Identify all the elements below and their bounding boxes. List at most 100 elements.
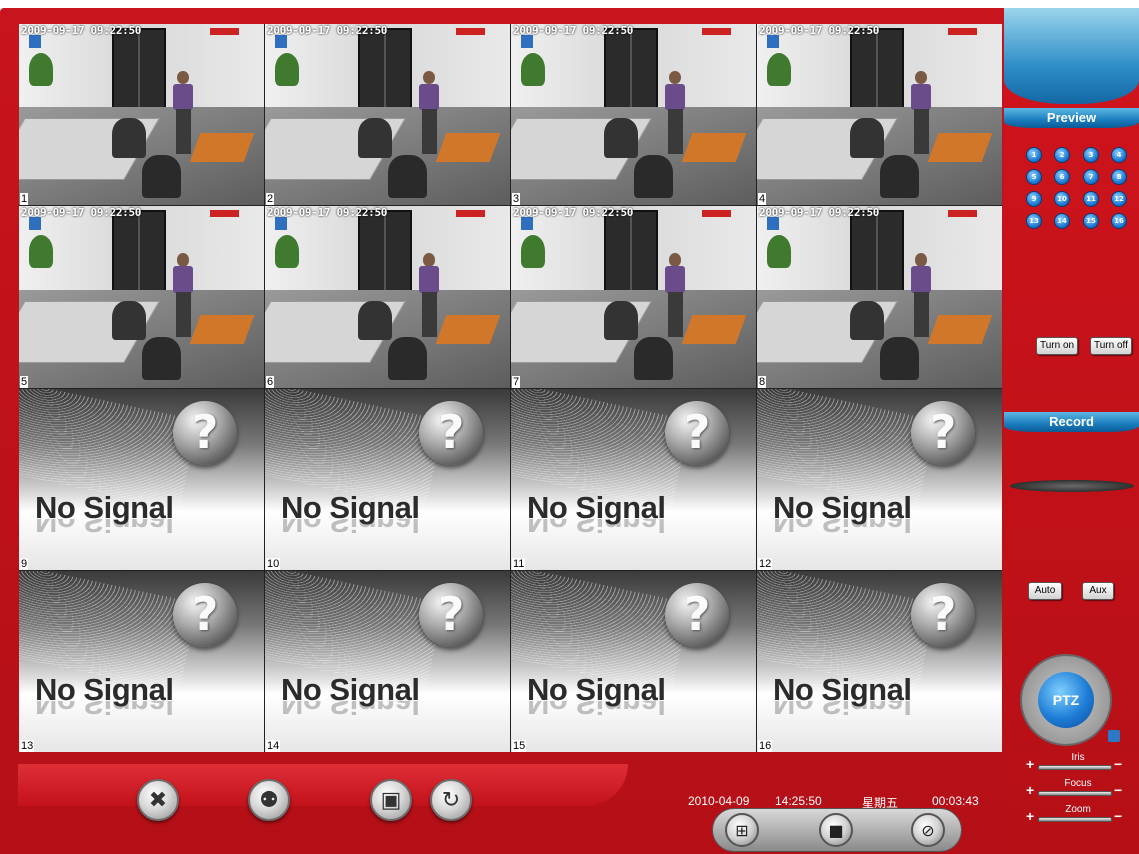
aux-button[interactable]: Aux xyxy=(1082,582,1114,600)
channel-number: 16 xyxy=(758,740,773,752)
no-signal-tile-12[interactable]: ? No Signal No Signal 12 xyxy=(757,388,1002,570)
channel-button-2[interactable]: 2 xyxy=(1054,147,1070,163)
channel-number: 9 xyxy=(20,557,29,570)
no-signal-tile-15[interactable]: ? No Signal No Signal 15 xyxy=(511,570,756,752)
channel-number: 3 xyxy=(512,193,521,206)
snapshot-button[interactable]: ▣ xyxy=(370,779,412,821)
camera-grid: 2009-09-17 09:22:50 1 2009-09-17 09:22:5… xyxy=(19,24,1002,752)
channel-number: 8 xyxy=(758,375,767,388)
zoom-slider[interactable] xyxy=(1038,817,1112,822)
camera-timestamp: 2009-09-17 09:22:50 xyxy=(267,24,388,37)
channel-number: 1 xyxy=(20,193,29,206)
zoom-plus-button[interactable]: + xyxy=(1026,808,1034,824)
question-icon: ? xyxy=(419,401,484,466)
camera-timestamp: 2009-09-17 09:22:50 xyxy=(759,24,880,37)
channel-button-8[interactable]: 8 xyxy=(1111,169,1127,185)
channel-button-14[interactable]: 14 xyxy=(1054,213,1070,229)
channel-number: 6 xyxy=(266,375,275,388)
channel-number: 2 xyxy=(266,193,275,206)
question-icon: ? xyxy=(173,583,238,648)
channel-button-9[interactable]: 9 xyxy=(1026,191,1042,207)
channel-number: 14 xyxy=(266,740,281,752)
channel-button-10[interactable]: 10 xyxy=(1054,191,1070,207)
camera-tile-7[interactable]: 2009-09-17 09:22:50 7 xyxy=(511,206,756,388)
playback-button[interactable]: ⚉ xyxy=(248,779,290,821)
channel-number: 11 xyxy=(512,557,526,570)
dvr-app: 2009-09-17 09:22:50 1 2009-09-17 09:22:5… xyxy=(0,0,1139,854)
status-time: 14:25:50 xyxy=(775,794,822,808)
no-signal-reflection: No Signal xyxy=(35,519,174,539)
refresh-icon: ↻ xyxy=(441,787,461,813)
channel-number: 5 xyxy=(20,375,29,388)
channel-number: 13 xyxy=(20,740,35,752)
camera-tile-2[interactable]: 2009-09-17 09:22:50 2 xyxy=(265,24,510,206)
zoom-label: Zoom xyxy=(1065,804,1091,815)
channel-button-12[interactable]: 12 xyxy=(1111,191,1127,207)
exit-icon: ⊘ xyxy=(921,820,935,840)
auto-button[interactable]: Auto xyxy=(1028,582,1062,600)
channel-button-16[interactable]: 16 xyxy=(1111,213,1127,229)
channel-button-15[interactable]: 15 xyxy=(1083,213,1099,229)
focus-slider[interactable] xyxy=(1038,791,1112,796)
no-signal-tile-11[interactable]: ? No Signal No Signal 11 xyxy=(511,388,756,570)
zoom-control: + Zoom − xyxy=(1026,804,1126,826)
question-icon: ? xyxy=(911,583,976,648)
no-signal-reflection: No Signal xyxy=(773,519,912,539)
film-reel-icon: ⚉ xyxy=(259,787,279,813)
turn-on-button[interactable]: Turn on xyxy=(1036,337,1079,355)
ptz-button[interactable]: PTZ xyxy=(1038,672,1094,728)
camera-tile-5[interactable]: 2009-09-17 09:22:50 5 xyxy=(19,206,264,388)
no-signal-tile-9[interactable]: ? No Signal No Signal 9 xyxy=(19,388,264,570)
iris-plus-button[interactable]: + xyxy=(1026,756,1034,772)
focus-minus-button[interactable]: − xyxy=(1114,782,1122,798)
iris-control: + Iris − xyxy=(1026,752,1126,774)
iris-label: Iris xyxy=(1071,752,1085,763)
no-signal-tile-16[interactable]: ? No Signal No Signal 16 xyxy=(757,570,1002,752)
refresh-button[interactable]: ↻ xyxy=(430,779,472,821)
camera-tile-8[interactable]: 2009-09-17 09:22:50 8 xyxy=(757,206,1002,388)
iris-minus-button[interactable]: − xyxy=(1114,756,1122,772)
ptz-lock-icon[interactable] xyxy=(1108,730,1120,742)
quick-action-bar: ⊞ ■ ⊘ xyxy=(712,808,962,852)
no-signal-reflection: No Signal xyxy=(773,701,912,722)
channel-number: 7 xyxy=(512,375,521,388)
layout-button[interactable]: ⊞ xyxy=(725,813,759,847)
zoom-minus-button[interactable]: − xyxy=(1114,808,1122,824)
camera-icon: ▣ xyxy=(380,787,402,813)
record-indicator xyxy=(1010,480,1134,492)
settings-button[interactable]: ✖ xyxy=(137,779,179,821)
no-signal-reflection: No Signal xyxy=(35,701,174,722)
record-section-title: Record xyxy=(1004,412,1139,432)
preview-section-title: Preview xyxy=(1004,108,1139,128)
no-signal-tile-10[interactable]: ? No Signal No Signal 10 xyxy=(265,388,510,570)
channel-button-1[interactable]: 1 xyxy=(1026,147,1042,163)
no-signal-tile-13[interactable]: ? No Signal No Signal 13 xyxy=(19,570,264,752)
channel-number: 4 xyxy=(758,193,767,206)
channel-button-4[interactable]: 4 xyxy=(1111,147,1127,163)
status-elapsed: 00:03:43 xyxy=(932,794,979,808)
question-icon: ? xyxy=(665,401,730,466)
question-icon: ? xyxy=(419,583,484,648)
focus-plus-button[interactable]: + xyxy=(1026,782,1034,798)
right-control-panel: Preview 1 2 3 4 5 6 7 8 9 10 11 12 13 14… xyxy=(1004,8,1139,854)
channel-button-11[interactable]: 11 xyxy=(1083,191,1099,207)
camera-tile-4[interactable]: 2009-09-17 09:22:50 4 xyxy=(757,24,1002,206)
camera-tile-3[interactable]: 2009-09-17 09:22:50 3 xyxy=(511,24,756,206)
no-signal-reflection: No Signal xyxy=(527,519,666,539)
ptz-direction-pad[interactable]: PTZ xyxy=(1020,654,1112,746)
iris-slider[interactable] xyxy=(1038,765,1112,770)
channel-button-5[interactable]: 5 xyxy=(1026,169,1042,185)
no-signal-tile-14[interactable]: ? No Signal No Signal 14 xyxy=(265,570,510,752)
camera-tile-1[interactable]: 2009-09-17 09:22:50 1 xyxy=(19,24,264,206)
lock-button[interactable]: ■ xyxy=(819,813,853,847)
channel-button-7[interactable]: 7 xyxy=(1083,169,1099,185)
turn-off-button[interactable]: Turn off xyxy=(1090,337,1132,355)
focus-control: + Focus − xyxy=(1026,778,1126,800)
camera-tile-6[interactable]: 2009-09-17 09:22:50 6 xyxy=(265,206,510,388)
channel-button-3[interactable]: 3 xyxy=(1083,147,1099,163)
channel-button-13[interactable]: 13 xyxy=(1026,213,1042,229)
channel-button-6[interactable]: 6 xyxy=(1054,169,1070,185)
panel-header-decoration xyxy=(1004,8,1139,104)
exit-button[interactable]: ⊘ xyxy=(911,813,945,847)
no-signal-reflection: No Signal xyxy=(281,519,420,539)
